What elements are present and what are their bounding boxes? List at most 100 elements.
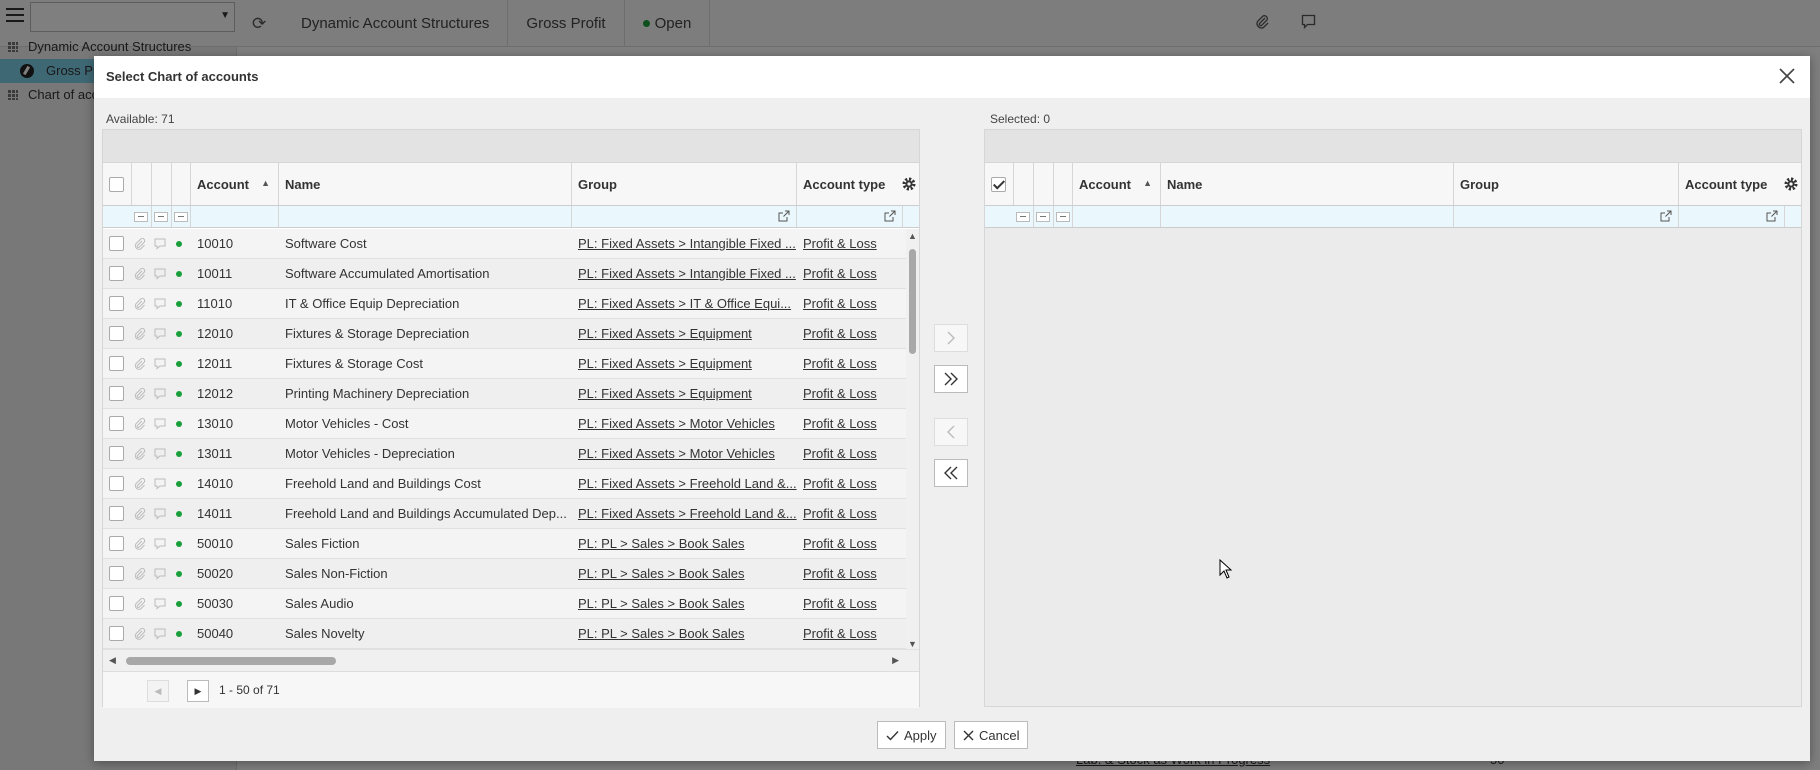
group-link[interactable]: PL: Fixed Assets > Freehold Land &... <box>578 476 797 491</box>
filter-comment[interactable] <box>1034 206 1054 227</box>
attachment-cell[interactable] <box>132 319 152 348</box>
column-header-account[interactable]: Account ▲ <box>191 163 279 205</box>
move-selected-left-button[interactable] <box>934 418 968 446</box>
horizontal-scrollbar[interactable]: ◀ ▶ <box>103 649 919 671</box>
filter-name-input[interactable] <box>279 206 572 227</box>
table-row[interactable]: 10011 Software Accumulated Amortisation PL… <box>103 259 906 289</box>
table-row[interactable]: 11010 IT & Office Equip Depreciation PL: F… <box>103 289 906 319</box>
filter-group-input[interactable] <box>1454 206 1679 227</box>
filter-name-input[interactable] <box>1161 206 1454 227</box>
group-link[interactable]: PL: Fixed Assets > Equipment <box>578 386 752 401</box>
comment-cell[interactable] <box>152 499 172 528</box>
filter-status[interactable] <box>172 206 191 227</box>
comment-cell[interactable] <box>152 619 172 648</box>
row-checkbox[interactable] <box>109 536 124 551</box>
attachment-cell[interactable] <box>132 289 152 318</box>
row-checkbox[interactable] <box>109 476 124 491</box>
attachment-cell[interactable] <box>132 469 152 498</box>
column-header-name[interactable]: Name <box>279 163 572 205</box>
table-row[interactable]: 50040 Sales Novelty PL: PL > Sales > Book … <box>103 619 906 649</box>
filter-comment[interactable] <box>152 206 172 227</box>
row-checkbox[interactable] <box>109 386 124 401</box>
group-link[interactable]: PL: Fixed Assets > Motor Vehicles <box>578 446 775 461</box>
row-checkbox[interactable] <box>109 356 124 371</box>
comment-cell[interactable] <box>152 529 172 558</box>
previous-page-button[interactable]: ◀ <box>147 680 169 702</box>
comment-cell[interactable] <box>152 379 172 408</box>
comment-cell[interactable] <box>152 259 172 288</box>
account-type-link[interactable]: Profit & Loss <box>803 506 877 521</box>
table-row[interactable]: 13010 Motor Vehicles - Cost PL: Fixed Asse… <box>103 409 906 439</box>
gear-icon[interactable] <box>901 176 917 192</box>
group-link[interactable]: PL: Fixed Assets > Motor Vehicles <box>578 416 775 431</box>
column-header-account[interactable]: Account ▲ <box>1073 163 1161 205</box>
account-type-link[interactable]: Profit & Loss <box>803 416 877 431</box>
comment-cell[interactable] <box>152 559 172 588</box>
column-header-group[interactable]: Group <box>572 163 797 205</box>
group-link[interactable]: PL: PL > Sales > Book Sales <box>578 626 744 641</box>
account-type-link[interactable]: Profit & Loss <box>803 356 877 371</box>
account-type-link[interactable]: Profit & Loss <box>803 236 877 251</box>
move-all-right-button[interactable] <box>934 365 968 393</box>
next-page-button[interactable]: ▶ <box>187 680 209 702</box>
comment-cell[interactable] <box>152 409 172 438</box>
cancel-button[interactable]: Cancel <box>954 721 1029 749</box>
comment-cell[interactable] <box>152 319 172 348</box>
move-selected-right-button[interactable] <box>934 324 968 352</box>
table-row[interactable]: 50010 Sales Fiction PL: PL > Sales > Book … <box>103 529 906 559</box>
attachment-cell[interactable] <box>132 349 152 378</box>
row-checkbox[interactable] <box>109 566 124 581</box>
row-checkbox[interactable] <box>109 446 124 461</box>
attachment-cell[interactable] <box>132 229 152 258</box>
account-type-link[interactable]: Profit & Loss <box>803 566 877 581</box>
group-link[interactable]: PL: PL > Sales > Book Sales <box>578 566 744 581</box>
table-row[interactable]: 50030 Sales Audio PL: PL > Sales > Book Sa… <box>103 589 906 619</box>
table-row[interactable]: 50020 Sales Non-Fiction PL: PL > Sales > B… <box>103 559 906 589</box>
select-all-checkbox[interactable] <box>109 176 124 192</box>
account-type-link[interactable]: Profit & Loss <box>803 476 877 491</box>
apply-button[interactable]: Apply <box>877 721 946 749</box>
group-link[interactable]: PL: Fixed Assets > Intangible Fixed ... <box>578 266 796 281</box>
attachment-cell[interactable] <box>132 439 152 468</box>
comment-cell[interactable] <box>152 439 172 468</box>
attachment-cell[interactable] <box>132 619 152 648</box>
table-row[interactable]: 13011 Motor Vehicles - Depreciation PL: Fi… <box>103 439 906 469</box>
account-type-link[interactable]: Profit & Loss <box>803 536 877 551</box>
column-header-name[interactable]: Name <box>1161 163 1454 205</box>
filter-attachment[interactable] <box>1014 206 1034 227</box>
group-link[interactable]: PL: Fixed Assets > Equipment <box>578 356 752 371</box>
comment-cell[interactable] <box>152 469 172 498</box>
attachment-cell[interactable] <box>132 409 152 438</box>
row-checkbox[interactable] <box>109 236 124 251</box>
account-type-link[interactable]: Profit & Loss <box>803 596 877 611</box>
group-link[interactable]: PL: PL > Sales > Book Sales <box>578 536 744 551</box>
account-type-link[interactable]: Profit & Loss <box>803 386 877 401</box>
group-link[interactable]: PL: Fixed Assets > Equipment <box>578 326 752 341</box>
account-type-link[interactable]: Profit & Loss <box>803 266 877 281</box>
attachment-cell[interactable] <box>132 259 152 288</box>
account-type-link[interactable]: Profit & Loss <box>803 446 877 461</box>
open-lookup-icon[interactable] <box>1660 210 1672 222</box>
scrollbar-thumb[interactable] <box>909 249 916 354</box>
comment-cell[interactable] <box>152 589 172 618</box>
row-checkbox[interactable] <box>109 506 124 521</box>
select-all-checkbox[interactable] <box>991 176 1006 192</box>
account-type-link[interactable]: Profit & Loss <box>803 296 877 311</box>
table-row[interactable]: 12011 Fixtures & Storage Cost PL: Fixed As… <box>103 349 906 379</box>
row-checkbox[interactable] <box>109 596 124 611</box>
filter-group-input[interactable] <box>572 206 797 227</box>
open-lookup-icon[interactable] <box>884 210 896 222</box>
account-type-link[interactable]: Profit & Loss <box>803 626 877 641</box>
column-header-account-type[interactable]: Account type <box>1679 163 1803 205</box>
attachment-cell[interactable] <box>132 529 152 558</box>
row-checkbox[interactable] <box>109 416 124 431</box>
scroll-up-icon[interactable]: ▲ <box>908 231 917 241</box>
row-checkbox[interactable] <box>109 296 124 311</box>
scroll-right-icon[interactable]: ▶ <box>892 655 899 666</box>
table-row[interactable]: 14010 Freehold Land and Buildings Cost PL:… <box>103 469 906 499</box>
group-link[interactable]: PL: Fixed Assets > Intangible Fixed ... <box>578 236 796 251</box>
comment-cell[interactable] <box>152 289 172 318</box>
group-link[interactable]: PL: PL > Sales > Book Sales <box>578 596 744 611</box>
filter-status[interactable] <box>1054 206 1073 227</box>
table-row[interactable]: 12012 Printing Machinery Depreciation PL: … <box>103 379 906 409</box>
